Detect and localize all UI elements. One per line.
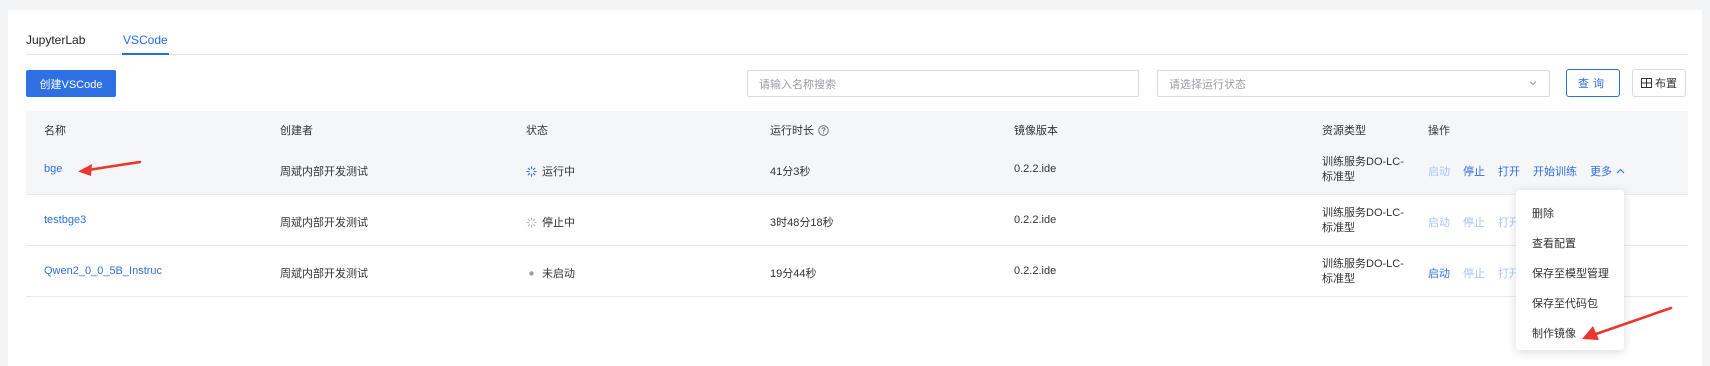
row-name-link[interactable]: testbge3 [44,214,86,226]
table-header: 名称 创建者 状态 运行时长 镜像版本 资源类型 操作 [26,111,1688,145]
status-dot-icon [529,270,534,276]
row-creator: 周斌内部开发测试 [280,166,368,178]
row-runtime: 41分3秒 [770,166,811,178]
resource-line-2: 标准型 [1322,171,1355,183]
row-resource-type: 训练服务DO-LC- 标准型 [1322,155,1404,185]
start-button[interactable]: 启动 [1428,265,1450,281]
menu-item-view-config[interactable]: 查看配置 [1516,228,1624,258]
row-creator: 周斌内部开发测试 [280,268,368,280]
row-status-text: 未启动 [542,268,575,280]
resource-line-2: 标准型 [1322,222,1355,234]
header-name: 名称 [44,125,66,137]
row-resource-type: 训练服务DO-LC- 标准型 [1322,206,1404,236]
stop-button[interactable]: 停止 [1463,214,1485,230]
active-tab-indicator [122,53,169,55]
resource-line-1: 训练服务DO-LC- [1322,207,1404,219]
tab-vscode[interactable]: VSCode [123,33,168,47]
column-settings-label: 布置 [1655,78,1677,90]
column-settings-button[interactable]: 布置 [1632,69,1686,97]
row-image-version: 0.2.2.ide [1014,214,1057,226]
row-creator: 周斌内部开发测试 [280,217,368,229]
resource-line-2: 标准型 [1322,273,1355,285]
row-actions: 启动 停止 打开 [1428,214,1520,230]
header-creator: 创建者 [280,125,313,137]
grid-icon [1641,78,1652,88]
header-runtime: 运行时长 [770,122,829,138]
stop-button[interactable]: 停止 [1463,163,1485,179]
row-runtime: 19分44秒 [770,268,817,280]
row-status-text: 运行中 [542,166,575,178]
create-vscode-button[interactable]: 创建VSCode [26,70,116,97]
loading-spinner-icon [526,165,537,177]
table-row: testbge3 周斌内部开发测试 停止中 3时48分18秒 0.2.2.ide… [26,196,1688,246]
chevron-up-icon [1616,168,1625,174]
more-button[interactable]: 更多 [1590,163,1625,179]
resource-line-1: 训练服务DO-LC- [1322,258,1404,270]
header-runtime-label: 运行时长 [770,125,814,137]
open-button[interactable]: 打开 [1498,163,1520,179]
query-button[interactable]: 查询 [1566,69,1620,97]
status-select-placeholder: 请选择运行状态 [1169,78,1246,91]
row-status: 运行中 [526,163,575,179]
row-image-version: 0.2.2.ide [1014,163,1057,175]
tab-bar: JupyterLab VSCode [26,33,1688,55]
header-image-version: 镜像版本 [1014,125,1058,137]
row-actions: 启动 停止 打开 [1428,265,1520,281]
table-row: Qwen2_0_0_5B_Instruc 周斌内部开发测试 未启动 19分44秒… [26,247,1688,297]
tab-jupyterlab[interactable]: JupyterLab [26,33,85,47]
annotation-arrow-icon [78,160,142,176]
annotation-arrow-icon [1582,306,1673,340]
header-actions: 操作 [1428,125,1450,137]
row-image-version: 0.2.2.ide [1014,265,1057,277]
row-name-link[interactable]: Qwen2_0_0_5B_Instruc [44,265,162,277]
start-button[interactable]: 启动 [1428,163,1450,179]
resource-line-1: 训练服务DO-LC- [1322,156,1404,168]
chevron-down-icon [1529,81,1537,86]
help-icon[interactable] [818,124,829,136]
loading-spinner-icon [526,216,537,228]
header-resource-type: 资源类型 [1322,125,1366,137]
row-name-link[interactable]: bge [44,163,62,175]
row-actions: 启动 停止 打开 开始训练 更多 [1428,163,1625,179]
row-status: 停止中 [526,214,575,230]
more-label: 更多 [1590,166,1612,178]
search-placeholder: 请输入名称搜索 [759,78,836,91]
header-status: 状态 [526,125,548,137]
table-row: bge 周斌内部开发测试 运行中 41分3秒 0.2.2.ide 训练服务DO-… [26,145,1688,195]
start-training-button[interactable]: 开始训练 [1533,163,1577,179]
row-runtime: 3时48分18秒 [770,217,834,229]
row-status-text: 停止中 [542,217,575,229]
start-button[interactable]: 启动 [1428,214,1450,230]
stop-button[interactable]: 停止 [1463,265,1485,281]
menu-item-save-to-model[interactable]: 保存至模型管理 [1516,258,1624,288]
row-resource-type: 训练服务DO-LC- 标准型 [1322,257,1404,287]
status-select[interactable]: 请选择运行状态 [1157,70,1550,97]
menu-item-delete[interactable]: 删除 [1516,198,1624,228]
name-search-input[interactable]: 请输入名称搜索 [747,70,1139,97]
row-status: 未启动 [526,265,575,281]
